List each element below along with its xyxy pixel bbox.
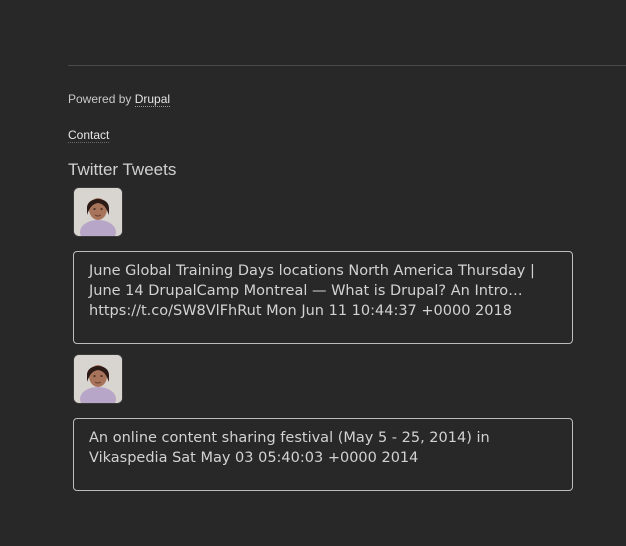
powered-by-label: Powered by	[68, 92, 132, 106]
user-avatar-icon[interactable]	[74, 355, 122, 403]
tweet-text: June Global Training Days locations Nort…	[89, 263, 535, 319]
contact-link[interactable]: Contact	[68, 128, 110, 143]
drupal-link[interactable]: Drupal	[134, 92, 171, 107]
tweet-text: An online content sharing festival (May …	[89, 430, 490, 466]
tweet-card: An online content sharing festival (May …	[73, 418, 573, 491]
user-avatar-icon[interactable]	[74, 188, 122, 236]
page: Powered by Drupal Contact Twitter Tweets…	[0, 0, 626, 546]
footer-divider	[68, 65, 626, 66]
tweet-card: June Global Training Days locations Nort…	[73, 251, 573, 344]
twitter-block-title: Twitter Tweets	[68, 160, 177, 179]
powered-by-text: Powered by Drupal	[68, 92, 171, 107]
